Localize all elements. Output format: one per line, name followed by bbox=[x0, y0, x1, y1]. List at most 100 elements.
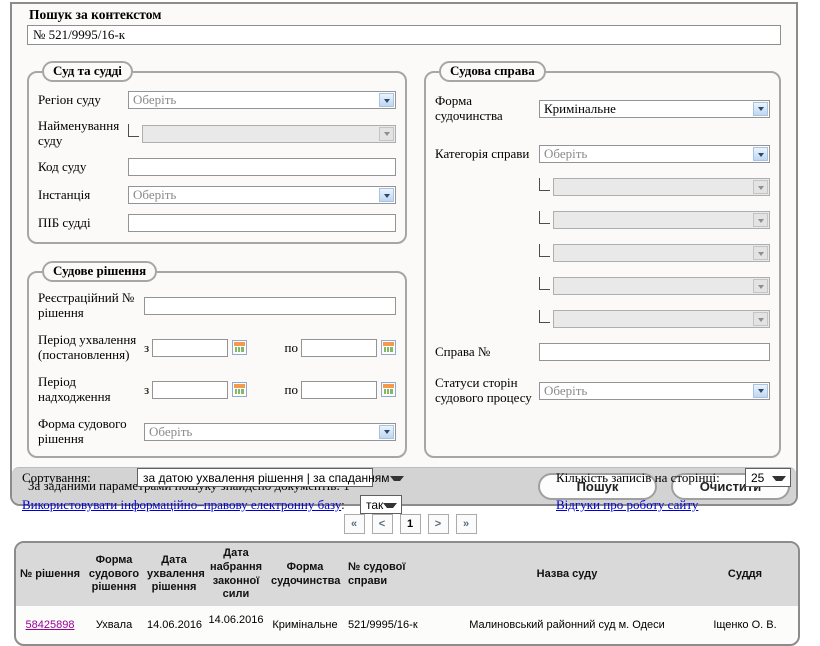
party-statuses-select[interactable]: Оберіть bbox=[539, 382, 770, 400]
court-code-input[interactable] bbox=[128, 158, 396, 176]
subcategory-select-3 bbox=[553, 244, 770, 262]
court-code-label: Код суду bbox=[38, 160, 128, 175]
table-header-row: № рішення Форма судового рішення Дата ух… bbox=[16, 543, 798, 606]
dropdown-arrow-icon[interactable] bbox=[379, 188, 394, 202]
court-name-label: Найменування суду bbox=[38, 119, 128, 148]
subcategory-select-2 bbox=[553, 211, 770, 229]
case-category-select-value: Оберіть bbox=[540, 146, 752, 162]
decision-form-select-value: Оберіть bbox=[145, 424, 378, 440]
date-from-label: з bbox=[144, 382, 152, 398]
header-decision-form: Форма судового рішення bbox=[84, 543, 144, 606]
case-number-input[interactable] bbox=[539, 343, 770, 361]
instance-label: Інстанція bbox=[38, 188, 128, 203]
decision-fieldset-legend: Судове рішення bbox=[42, 261, 157, 282]
court-name-select bbox=[142, 125, 396, 143]
table-row: 58425898 Ухвала 14.06.2016 14.06.2016 Кр… bbox=[16, 606, 798, 644]
pagination-next-button[interactable]: > bbox=[428, 514, 449, 534]
court-and-judges-fieldset: Суд та судді Регіон суду Оберіть Наймену… bbox=[27, 61, 407, 244]
cell-adoption-date: 14.06.2016 bbox=[144, 606, 204, 644]
party-statuses-select-value: Оберіть bbox=[540, 383, 752, 399]
case-category-label: Категорія справи bbox=[435, 147, 539, 162]
calendar-icon[interactable] bbox=[232, 382, 247, 397]
cell-case-number: 521/9995/16-к bbox=[342, 606, 442, 644]
tree-elbow-connector bbox=[539, 310, 550, 323]
cell-proceeding-form: Кримінальне bbox=[268, 606, 342, 644]
pagination-first-button[interactable]: « bbox=[344, 514, 365, 534]
legal-base-link[interactable]: Використовувати інформаційно–правову еле… bbox=[22, 497, 341, 512]
date-to-label: по bbox=[285, 340, 301, 356]
legal-base-colon: : bbox=[341, 497, 345, 512]
party-statuses-label: Статуси сторін судового процесу bbox=[435, 376, 539, 405]
legal-base-select[interactable]: так bbox=[360, 495, 402, 514]
feedback-link[interactable]: Відгуки про роботу сайту bbox=[556, 497, 698, 513]
tree-elbow-connector bbox=[539, 244, 550, 257]
cell-judge: Іщенко О. В. bbox=[692, 606, 798, 644]
receipt-period-label: Період надходження bbox=[38, 375, 144, 404]
dropdown-arrow-icon[interactable] bbox=[753, 147, 768, 161]
sort-label: Сортування: bbox=[22, 470, 91, 486]
tree-elbow-connector bbox=[539, 277, 550, 290]
context-search-input[interactable] bbox=[27, 25, 781, 45]
calendar-icon[interactable] bbox=[381, 340, 396, 355]
dropdown-arrow-icon[interactable] bbox=[379, 425, 394, 439]
tree-elbow-connector bbox=[539, 211, 550, 224]
subcategory-select-4 bbox=[553, 277, 770, 295]
judge-name-input[interactable] bbox=[128, 214, 396, 232]
region-label: Регіон суду bbox=[38, 93, 128, 108]
judge-name-label: ПІБ судді bbox=[38, 216, 128, 231]
case-number-label: Справа № bbox=[435, 345, 539, 360]
pagination-last-button[interactable]: » bbox=[456, 514, 477, 534]
sort-select[interactable]: за датою ухвалення рішення | за спадання… bbox=[137, 468, 373, 487]
dropdown-arrow-icon[interactable] bbox=[379, 93, 394, 107]
dropdown-arrow-icon[interactable] bbox=[753, 102, 768, 116]
results-table: № рішення Форма судового рішення Дата ух… bbox=[14, 541, 800, 646]
region-select-value: Оберіть bbox=[129, 92, 378, 108]
dropdown-arrow-icon bbox=[379, 127, 394, 141]
proceeding-form-select[interactable]: Кримінальне bbox=[539, 100, 770, 118]
per-page-label: Кількість записів на сторінці: bbox=[556, 470, 720, 486]
header-court-name: Назва суду bbox=[442, 543, 692, 606]
cell-decision-number: 58425898 bbox=[16, 606, 84, 644]
per-page-select-value: 25 bbox=[751, 471, 764, 485]
pagination-page-1-button[interactable]: 1 bbox=[400, 514, 421, 534]
instance-select[interactable]: Оберіть bbox=[128, 186, 396, 204]
legal-base-row: Використовувати інформаційно–правову еле… bbox=[22, 497, 345, 513]
cell-court-name: Малиновський районний суд м. Одеси bbox=[442, 606, 692, 644]
registration-number-label: Реєстраційний № рішення bbox=[38, 291, 144, 320]
dropdown-arrow-icon bbox=[753, 180, 768, 194]
header-adoption-date: Дата ухвалення рішення bbox=[144, 543, 204, 606]
dropdown-arrow-icon bbox=[753, 312, 768, 326]
case-category-select[interactable]: Оберіть bbox=[539, 145, 770, 163]
receipt-date-from-input[interactable] bbox=[152, 381, 228, 399]
registration-number-input[interactable] bbox=[144, 297, 396, 315]
dropdown-arrow-icon bbox=[753, 213, 768, 227]
dropdown-arrow-icon bbox=[753, 279, 768, 293]
dropdown-arrow-icon[interactable] bbox=[753, 384, 768, 398]
pagination-prev-button[interactable]: < bbox=[372, 514, 393, 534]
pagination: « < 1 > » bbox=[0, 514, 820, 534]
region-select[interactable]: Оберіть bbox=[128, 91, 396, 109]
date-to-label: по bbox=[285, 382, 301, 398]
subcategory-select-1 bbox=[553, 178, 770, 196]
legal-base-select-value: так bbox=[366, 498, 383, 512]
decision-number-link[interactable]: 58425898 bbox=[26, 619, 75, 631]
header-legal-force-date: Дата набрання законної сили bbox=[204, 543, 268, 606]
instance-select-value: Оберіть bbox=[129, 187, 378, 203]
calendar-icon[interactable] bbox=[232, 340, 247, 355]
cell-decision-form: Ухвала bbox=[84, 606, 144, 644]
dropdown-arrow-icon bbox=[753, 246, 768, 260]
adoption-date-to-input[interactable] bbox=[301, 339, 377, 357]
decision-form-select[interactable]: Оберіть bbox=[144, 423, 396, 441]
cell-legal-force-date: 14.06.2016 bbox=[204, 606, 268, 644]
calendar-icon[interactable] bbox=[381, 382, 396, 397]
header-case-number: № судової справи bbox=[342, 543, 442, 606]
receipt-date-to-input[interactable] bbox=[301, 381, 377, 399]
adoption-date-from-input[interactable] bbox=[152, 339, 228, 357]
date-from-label: з bbox=[144, 340, 152, 356]
proceeding-form-label: Форма судочинства bbox=[435, 94, 539, 123]
court-fieldset-legend: Суд та судді bbox=[42, 61, 133, 82]
per-page-select[interactable]: 25 bbox=[745, 468, 791, 487]
subcategory-select-5 bbox=[553, 310, 770, 328]
case-fieldset-legend: Судова справа bbox=[439, 61, 546, 82]
proceeding-form-select-value: Кримінальне bbox=[540, 101, 752, 117]
